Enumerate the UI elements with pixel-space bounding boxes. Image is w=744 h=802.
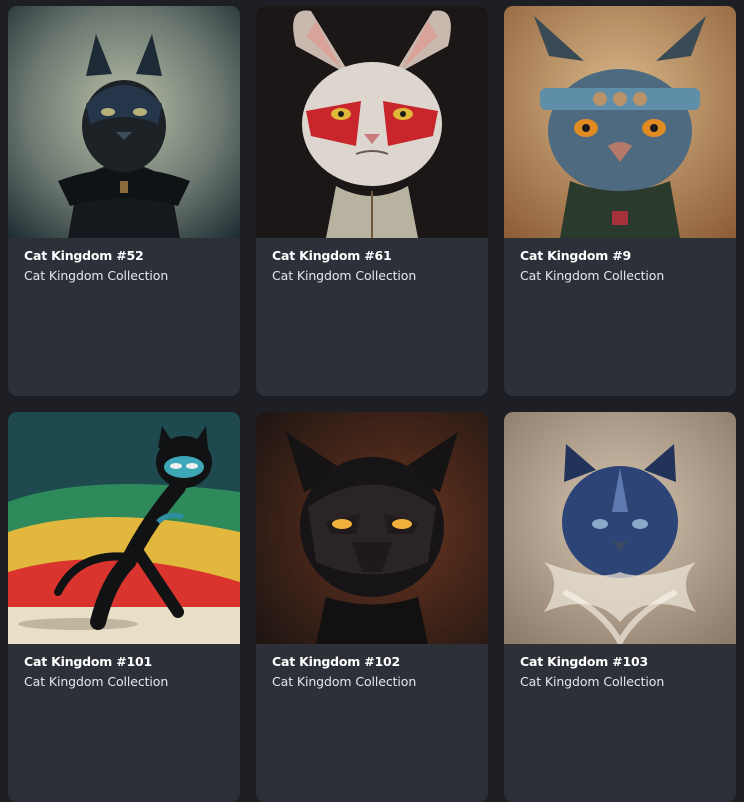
nft-collection-name: Cat Kingdom Collection — [24, 674, 169, 689]
samurai-cat-art[interactable] — [504, 6, 736, 238]
nft-collection-name: Cat Kingdom Collection — [520, 268, 665, 283]
nft-card[interactable]: Cat Kingdom #9 Cat Kingdom Collection — [504, 6, 736, 396]
nft-card-grid: Cat Kingdom #52 Cat Kingdom Collection C… — [8, 6, 736, 802]
nft-title: Cat Kingdom #103 — [520, 654, 649, 669]
nft-collection-name: Cat Kingdom Collection — [520, 674, 665, 689]
armored-black-cat-art[interactable] — [256, 412, 488, 644]
batman-cat-art[interactable] — [8, 6, 240, 238]
nft-title: Cat Kingdom #101 — [24, 654, 153, 669]
nft-card[interactable]: Cat Kingdom #52 Cat Kingdom Collection — [8, 6, 240, 396]
nft-card[interactable]: Cat Kingdom #101 Cat Kingdom Collection — [8, 412, 240, 802]
nft-card[interactable]: Cat Kingdom #102 Cat Kingdom Collection — [256, 412, 488, 802]
nft-collection-name: Cat Kingdom Collection — [272, 674, 417, 689]
nft-title: Cat Kingdom #61 — [272, 248, 392, 263]
nft-card[interactable]: Cat Kingdom #103 Cat Kingdom Collection — [504, 412, 736, 802]
warpaint-cat-art[interactable] — [256, 6, 488, 238]
blue-helmet-cat-art[interactable] — [504, 412, 736, 644]
nft-collection-name: Cat Kingdom Collection — [24, 268, 169, 283]
nft-title: Cat Kingdom #52 — [24, 248, 144, 263]
masked-dancing-cat-art[interactable] — [8, 412, 240, 644]
nft-title: Cat Kingdom #102 — [272, 654, 401, 669]
nft-card[interactable]: Cat Kingdom #61 Cat Kingdom Collection — [256, 6, 488, 396]
nft-collection-name: Cat Kingdom Collection — [272, 268, 417, 283]
nft-title: Cat Kingdom #9 — [520, 248, 632, 263]
